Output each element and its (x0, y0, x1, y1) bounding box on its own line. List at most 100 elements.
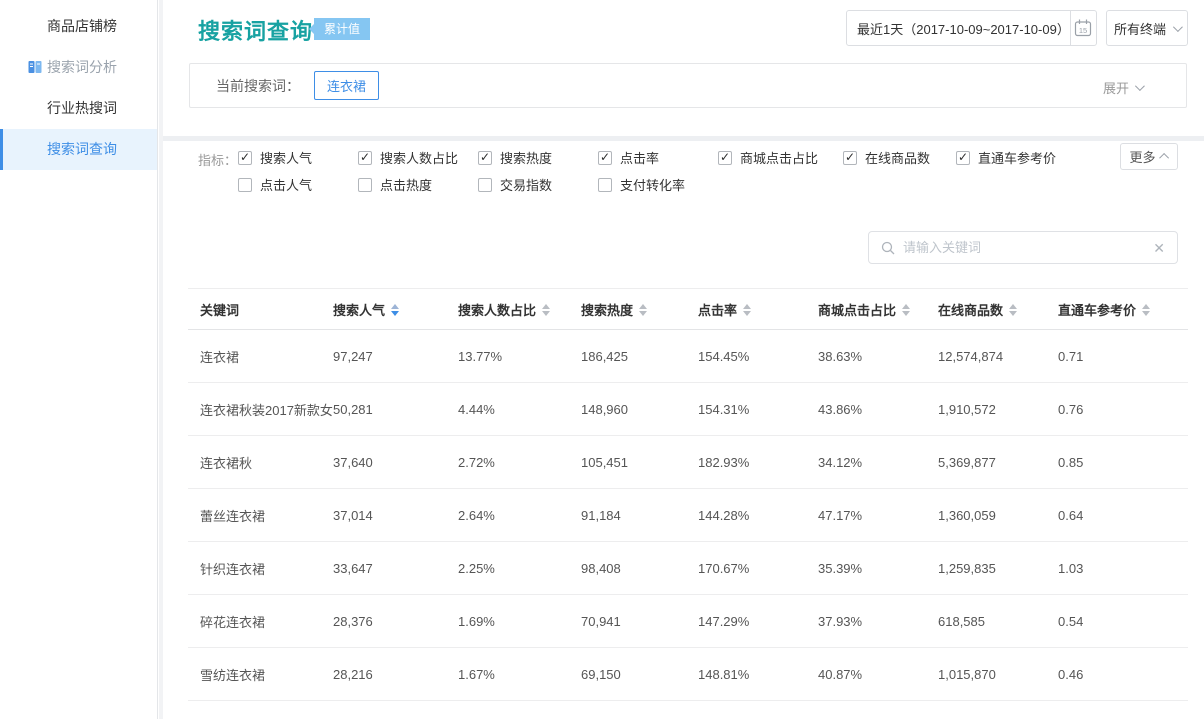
expand-label: 展开 (1103, 78, 1129, 97)
metrics-row-2: 点击人气 点击热度 交易指数 支付转化率 (238, 175, 718, 194)
value-cell: 43.86% (818, 383, 938, 436)
keyword-search-input[interactable] (903, 240, 1153, 255)
sort-icon[interactable] (902, 304, 910, 316)
value-cell: 50,281 (333, 383, 458, 436)
table-row: 碎花连衣裙 28,376 1.69% 70,941 147.29% 37.93%… (188, 595, 1188, 648)
metric-checkbox[interactable]: 点击人气 (238, 175, 358, 194)
value-cell: 34.12% (818, 436, 938, 489)
metric-checkbox[interactable]: 搜索热度 (478, 148, 598, 167)
metric-checkbox[interactable]: 搜索人数占比 (358, 148, 478, 167)
metrics-label: 指标： (198, 150, 237, 169)
metric-checkbox[interactable]: 搜索人气 (238, 148, 358, 167)
value-cell: 148,960 (581, 383, 698, 436)
sidebar-item-label: 搜索词分析 (47, 59, 117, 75)
table-row: 连衣裙秋 37,640 2.72% 105,451 182.93% 34.12%… (188, 436, 1188, 489)
checkbox-icon (598, 151, 612, 165)
sidebar-item-label: 商品店铺榜 (47, 18, 117, 34)
column-header-search-heat[interactable]: 搜索热度 (581, 289, 698, 330)
column-header-search-popularity[interactable]: 搜索人气 (333, 289, 458, 330)
expand-toggle[interactable]: 展开 (1103, 78, 1142, 97)
value-cell: 170.67% (698, 542, 818, 595)
column-header-ztc-ref-price[interactable]: 直通车参考价 (1058, 289, 1188, 330)
value-cell: 1,910,572 (938, 383, 1058, 436)
keyword-link[interactable]: 针织连衣裙 (188, 542, 333, 595)
page-title: 搜索词查询 (198, 14, 313, 46)
sidebar-item-industry-hot-words[interactable]: 行业热搜词 (0, 88, 157, 129)
metric-checkbox[interactable]: 交易指数 (478, 175, 598, 194)
checkbox-icon (238, 178, 252, 192)
table-row: 蕾丝连衣裙 37,014 2.64% 91,184 144.28% 47.17%… (188, 489, 1188, 542)
column-header-searcher-share[interactable]: 搜索人数占比 (458, 289, 581, 330)
analysis-book-icon (27, 59, 43, 75)
value-cell: 0.71 (1058, 330, 1188, 383)
column-header-online-products[interactable]: 在线商品数 (938, 289, 1058, 330)
value-cell: 35.39% (818, 542, 938, 595)
value-cell: 37.93% (818, 595, 938, 648)
column-header-ctr[interactable]: 点击率 (698, 289, 818, 330)
sidebar-item-product-shop-rank[interactable]: 商品店铺榜 (0, 6, 157, 47)
value-cell: 0.76 (1058, 383, 1188, 436)
value-cell: 1.67% (458, 648, 581, 701)
current-search-term-tag[interactable]: 连衣裙 (314, 71, 379, 100)
keyword-link[interactable]: 连衣裙秋装2017新款女 (188, 383, 333, 436)
value-cell: 186,425 (581, 330, 698, 383)
sidebar-item-search-word-query[interactable]: 搜索词查询 (0, 129, 157, 170)
sidebar-item-label: 搜索词查询 (47, 141, 117, 157)
column-header-keyword: 关键词 (188, 289, 333, 330)
sort-icon[interactable] (391, 304, 399, 316)
sort-icon[interactable] (1009, 304, 1017, 316)
sort-icon[interactable] (1142, 304, 1150, 316)
date-range-picker[interactable]: 最近1天（2017-10-09~2017-10-09） 15 (846, 10, 1097, 46)
value-cell: 91,184 (581, 489, 698, 542)
value-cell: 148.81% (698, 648, 818, 701)
column-header-mall-click-share[interactable]: 商城点击占比 (818, 289, 938, 330)
value-cell: 13.77% (458, 330, 581, 383)
clear-search-icon[interactable]: ✕ (1153, 241, 1165, 255)
value-cell: 40.87% (818, 648, 938, 701)
sidebar-item-search-word-analysis[interactable]: 搜索词分析 (0, 47, 157, 88)
value-cell: 2.64% (458, 489, 581, 542)
svg-text:15: 15 (1079, 26, 1087, 35)
metric-checkbox[interactable]: 支付转化率 (598, 175, 718, 194)
keyword-link[interactable]: 连衣裙秋 (188, 436, 333, 489)
table-row: 雪纺连衣裙 28,216 1.67% 69,150 148.81% 40.87%… (188, 648, 1188, 701)
sort-icon[interactable] (542, 304, 550, 316)
keyword-link[interactable]: 碎花连衣裙 (188, 595, 333, 648)
metric-checkbox[interactable]: 在线商品数 (843, 148, 956, 167)
value-cell: 47.17% (818, 489, 938, 542)
search-icon (881, 241, 895, 255)
metric-checkbox[interactable]: 点击率 (598, 148, 718, 167)
terminal-select-value: 所有终端 (1114, 19, 1166, 38)
terminal-select[interactable]: 所有终端 (1106, 10, 1188, 46)
search-words-table: 关键词 搜索人气 搜索人数占比 搜索热度 点击率 商城点击占比 在线商品数 直通… (188, 288, 1188, 701)
sort-icon[interactable] (639, 304, 647, 316)
checkbox-icon (478, 151, 492, 165)
calendar-button[interactable]: 15 (1070, 11, 1096, 45)
value-cell: 105,451 (581, 436, 698, 489)
keyword-link[interactable]: 雪纺连衣裙 (188, 648, 333, 701)
value-cell: 5,369,877 (938, 436, 1058, 489)
value-cell: 38.63% (818, 330, 938, 383)
calendar-icon: 15 (1073, 18, 1093, 38)
value-cell: 37,640 (333, 436, 458, 489)
current-search-card: 当前搜索词： 连衣裙 展开 (189, 63, 1187, 108)
checkbox-icon (238, 151, 252, 165)
more-button[interactable]: 更多 (1120, 143, 1178, 170)
value-cell: 12,574,874 (938, 330, 1058, 383)
sort-icon[interactable] (743, 304, 751, 316)
keyword-link[interactable]: 蕾丝连衣裙 (188, 489, 333, 542)
checkbox-icon (718, 151, 732, 165)
value-cell: 0.46 (1058, 648, 1188, 701)
metric-checkbox[interactable]: 点击热度 (358, 175, 478, 194)
checkbox-icon (956, 151, 970, 165)
chevron-down-icon (1173, 22, 1183, 32)
table-row: 连衣裙 97,247 13.77% 186,425 154.45% 38.63%… (188, 330, 1188, 383)
metric-checkbox[interactable]: 商城点击占比 (718, 148, 843, 167)
metric-checkbox[interactable]: 直通车参考价 (956, 148, 1056, 167)
value-cell: 28,216 (333, 648, 458, 701)
value-cell: 4.44% (458, 383, 581, 436)
value-cell: 1,360,059 (938, 489, 1058, 542)
value-cell: 0.64 (1058, 489, 1188, 542)
keyword-search-box: ✕ (868, 231, 1178, 264)
value-cell: 2.25% (458, 542, 581, 595)
